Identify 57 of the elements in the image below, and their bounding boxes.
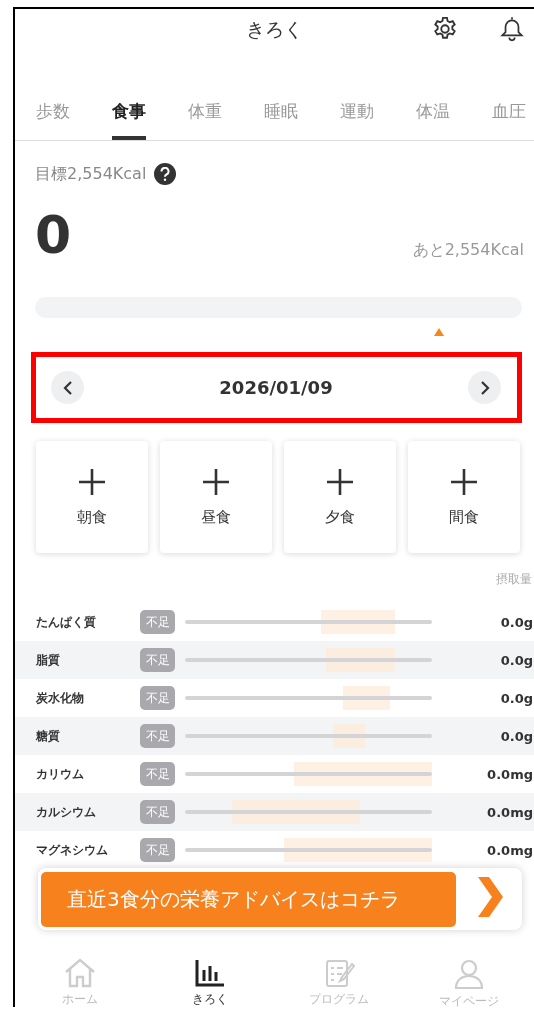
tab[interactable]: 歩数 xyxy=(33,90,109,140)
status-badge: 不足 xyxy=(140,762,175,786)
calorie-intake: 0 xyxy=(35,209,72,261)
screen-title: きろく xyxy=(246,18,303,40)
target-marker-icon xyxy=(434,328,444,336)
next-day-button[interactable] xyxy=(468,371,501,404)
nutrient-value: 0.0mg xyxy=(486,766,534,782)
nutrient-value: 0.0g xyxy=(499,614,534,630)
remaining-calories: あと2,554Kcal xyxy=(412,240,524,261)
chevron-right-icon[interactable] xyxy=(476,877,504,917)
nutrient-value: 0.0g xyxy=(499,690,534,706)
tab[interactable]: 血圧 xyxy=(489,90,534,140)
nutrient-value: 0.0g xyxy=(499,652,534,668)
add-meal-button[interactable]: 夕食 xyxy=(284,441,396,553)
add-meal-button[interactable]: 朝食 xyxy=(36,441,148,553)
nutrient-name: 脂質 xyxy=(36,651,61,669)
nav-tab[interactable]: ホーム xyxy=(15,952,145,1007)
nutrient-value: 0.0g xyxy=(499,728,534,744)
tab[interactable]: 睡眠 xyxy=(261,90,337,140)
bar-chart-icon xyxy=(193,958,226,988)
chevron-left-icon xyxy=(62,380,73,395)
nutrient-name: 糖質 xyxy=(36,727,61,745)
nutrient-name: カリウム xyxy=(36,765,85,783)
add-meal-button[interactable]: 間食 xyxy=(408,441,520,553)
nav-tab[interactable]: マイページ xyxy=(404,952,534,1007)
plus-icon xyxy=(78,467,106,496)
status-badge: 不足 xyxy=(140,648,175,672)
status-badge: 不足 xyxy=(140,800,175,824)
nutrient-value: 0.0mg xyxy=(486,804,534,820)
bell-icon[interactable] xyxy=(499,15,525,43)
status-badge: 不足 xyxy=(140,838,175,862)
person-icon xyxy=(454,958,485,990)
plus-icon xyxy=(202,467,230,496)
date-label: 2026/01/09 xyxy=(219,377,333,398)
nutrient-name: たんぱく質 xyxy=(36,613,97,631)
calorie-goal: 目標2,554Kcal xyxy=(35,163,147,185)
plus-icon xyxy=(450,467,478,496)
status-badge: 不足 xyxy=(140,724,175,748)
notepad-icon xyxy=(323,958,356,988)
nav-tab[interactable]: きろく xyxy=(144,952,275,1007)
tab[interactable]: 体重 xyxy=(185,90,261,140)
previous-day-button[interactable] xyxy=(51,371,84,404)
tab[interactable]: 運動 xyxy=(337,90,413,140)
advice-button[interactable]: 直近3食分の栄養アドバイスはコチラ xyxy=(41,871,456,927)
nutrient-name: カルシウム xyxy=(36,803,97,821)
status-badge: 不足 xyxy=(140,686,175,710)
nutrient-name: 炭水化物 xyxy=(36,689,85,707)
nutrient-value: 0.0mg xyxy=(486,842,534,858)
plus-icon xyxy=(326,467,354,496)
column-header: 摂取量 xyxy=(495,571,533,588)
help-icon[interactable] xyxy=(154,163,177,185)
tab[interactable]: 体温 xyxy=(413,90,489,140)
chevron-right-icon xyxy=(479,380,490,395)
status-badge: 不足 xyxy=(140,610,175,634)
add-meal-button[interactable]: 昼食 xyxy=(160,441,272,553)
tab[interactable]: 食事 xyxy=(109,90,185,140)
nutrient-name: マグネシウム xyxy=(36,841,109,859)
